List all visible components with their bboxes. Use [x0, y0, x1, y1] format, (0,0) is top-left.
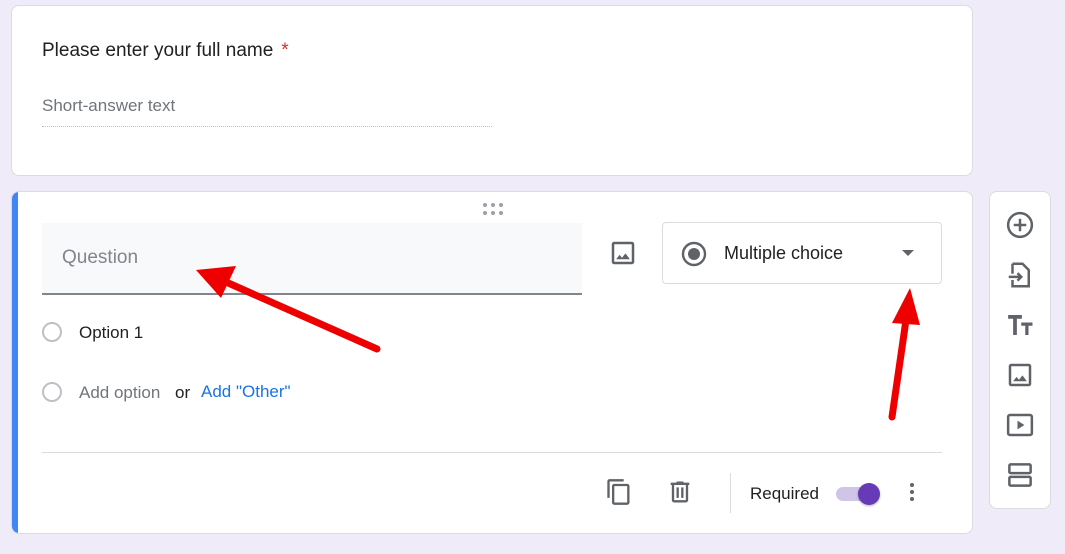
add-title-icon[interactable] — [1005, 310, 1035, 340]
dropdown-caret-icon — [902, 250, 914, 256]
add-other-link[interactable]: Add "Other" — [201, 382, 291, 402]
add-section-icon[interactable] — [1005, 460, 1035, 490]
drag-handle-icon[interactable] — [482, 202, 504, 216]
or-text: or — [175, 383, 191, 402]
radio-checked-icon — [681, 241, 707, 267]
question-title-input[interactable]: Question — [42, 223, 582, 295]
question-title: Please enter your full name * — [42, 40, 289, 62]
add-image-icon[interactable] — [1005, 360, 1035, 390]
import-questions-icon[interactable] — [1005, 260, 1035, 290]
duplicate-icon[interactable] — [605, 478, 633, 506]
required-toggle[interactable] — [836, 483, 882, 505]
option-1-label[interactable]: Option 1 — [79, 323, 143, 343]
question-card-active[interactable]: Question Multiple choice Option 1 Add op… — [11, 191, 973, 534]
question-card-name[interactable]: Please enter your full name * Short-answe… — [11, 5, 973, 176]
add-image-icon[interactable] — [608, 238, 638, 268]
footer-divider — [42, 452, 942, 453]
option-radio — [42, 322, 62, 342]
add-option-button[interactable]: Add option — [79, 383, 160, 403]
add-video-icon[interactable] — [1005, 410, 1035, 440]
side-toolbar — [989, 191, 1051, 509]
toggle-knob — [858, 483, 880, 505]
add-question-icon[interactable] — [1005, 210, 1035, 240]
required-asterisk: * — [281, 40, 289, 61]
question-type-dropdown[interactable]: Multiple choice — [662, 222, 942, 284]
required-label: Required — [750, 484, 819, 503]
footer-separator — [730, 473, 731, 513]
add-option-radio — [42, 382, 62, 402]
question-title-placeholder: Question — [62, 247, 139, 268]
more-options-icon[interactable] — [900, 480, 924, 504]
delete-icon[interactable] — [666, 478, 694, 506]
active-card-accent — [12, 192, 18, 533]
question-type-value: Multiple choice — [724, 243, 844, 263]
short-answer-field: Short-answer text — [42, 96, 492, 127]
question-title-text: Please enter your full name — [42, 40, 274, 61]
